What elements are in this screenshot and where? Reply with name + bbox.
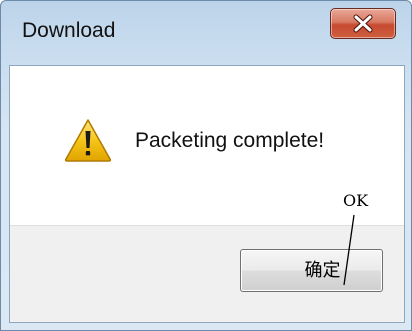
title-bar[interactable]: Download — [1, 1, 411, 65]
close-button[interactable] — [330, 8, 396, 39]
annotation-pointer-line — [343, 214, 355, 286]
window-title: Download — [22, 19, 116, 42]
close-icon — [353, 14, 373, 33]
warning-icon — [64, 119, 112, 162]
ok-button[interactable]: 确定 — [240, 249, 383, 292]
dialog-window: Download Packeting complete! 确定 OK — [0, 0, 412, 331]
message-text: Packeting complete! — [135, 129, 325, 152]
annotation-label: OK — [343, 191, 369, 210]
